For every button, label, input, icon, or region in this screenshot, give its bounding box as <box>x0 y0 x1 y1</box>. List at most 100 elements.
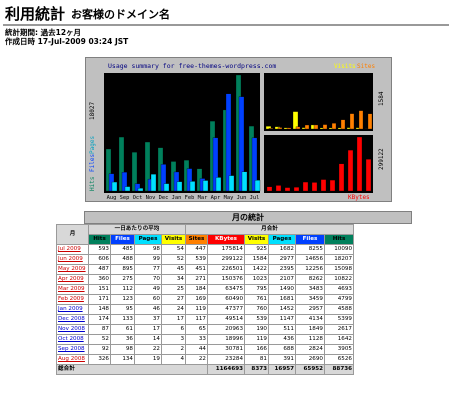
daily-pages: 14 <box>134 334 162 345</box>
monthly-kbytes: 20963 <box>207 324 245 335</box>
month-link[interactable]: Sep 2008 <box>58 346 85 352</box>
monthly-kbytes: 18996 <box>207 334 245 345</box>
table-row: Nov 2008 87 61 17 6 65 20963 190 511 1849 2617 <box>56 324 354 335</box>
monthly-visits: 81 <box>244 354 269 365</box>
month-link[interactable]: May 2009 <box>58 266 86 272</box>
kbytes-bar <box>365 159 372 192</box>
monthly-hits: 4799 <box>324 294 354 305</box>
monthly-pages: 391 <box>268 354 296 365</box>
col-monthly-pages: Pages <box>268 234 296 245</box>
month-link[interactable]: Mar 2009 <box>58 286 85 292</box>
month-link[interactable]: Jul 2009 <box>58 246 81 252</box>
monthly-visits: 119 <box>244 334 269 345</box>
monthly-pages: 2107 <box>268 274 296 285</box>
kbytes-bar <box>347 149 354 192</box>
month-cell: Apr 2009 <box>56 274 89 285</box>
monthly-files: 12256 <box>295 264 325 275</box>
monthly-hits: 5399 <box>324 314 354 325</box>
daily-visits: 34 <box>161 274 186 285</box>
monthly-files: 1849 <box>295 324 325 335</box>
page-header: 利用統計 お客様のドメイン名 <box>3 2 449 26</box>
daily-files: 36 <box>110 334 135 345</box>
month-cell: Nov 2008 <box>56 324 89 335</box>
table-row: Jan 2009 148 95 46 24 119 47377 760 1452 2957 4588 <box>56 304 354 315</box>
legend-pages: Pages <box>89 136 96 154</box>
daily-hits: 174 <box>88 314 111 325</box>
total-visits: 8373 <box>244 364 269 375</box>
daily-files: 134 <box>110 354 135 365</box>
table-row: Feb 2009 171 123 60 27 169 60490 761 1681 3459 479… <box>56 294 354 305</box>
monthly-visits: 1422 <box>244 264 269 275</box>
month-link[interactable]: Oct 2008 <box>58 336 84 342</box>
month-link[interactable]: Apr 2009 <box>58 276 84 282</box>
month-link[interactable]: Aug 2008 <box>58 356 85 362</box>
group-monthly-total: 月合計 <box>185 224 354 235</box>
daily-hits: 593 <box>88 244 111 255</box>
daily-pages: 77 <box>134 264 162 275</box>
monthly-files: 1128 <box>295 334 325 345</box>
month-link[interactable]: Jan 2009 <box>58 306 83 312</box>
pages-bar <box>254 180 261 192</box>
monthly-visits: 539 <box>244 314 269 325</box>
monthly-files: 8255 <box>295 244 325 255</box>
total-label: 総合計 <box>56 364 208 375</box>
kbytes-bar <box>275 185 282 192</box>
daily-files: 133 <box>110 314 135 325</box>
month-cell: Jul 2009 <box>56 244 89 255</box>
kbytes-bar <box>320 179 327 192</box>
monthly-kbytes: 299122 <box>207 254 245 265</box>
month-link[interactable]: Jun 2009 <box>58 256 83 262</box>
daily-hits: 487 <box>88 264 111 275</box>
monthly-pages: 1682 <box>268 244 296 255</box>
monthly-kbytes: 23284 <box>207 354 245 365</box>
daily-files: 61 <box>110 324 135 335</box>
daily-visits: 2 <box>161 344 186 355</box>
monthly-sites: 539 <box>185 254 208 265</box>
daily-hits: 151 <box>88 284 111 295</box>
total-row: 総合計 1164693 8373 16957 65952 88736 <box>56 364 354 375</box>
month-link[interactable]: Nov 2008 <box>58 326 85 332</box>
monthly-hits: 18207 <box>324 254 354 265</box>
daily-visits: 6 <box>161 324 186 335</box>
month-link[interactable]: Feb 2009 <box>58 296 84 302</box>
usage-chart-svg: Usage summary for free-themes-wordpress.… <box>89 62 385 201</box>
monthly-pages: 2977 <box>268 254 296 265</box>
table-row: May 2009 487 895 77 45 451 226501 1422 2395 12256… <box>56 264 354 275</box>
monthly-kbytes: 175814 <box>207 244 245 255</box>
month-tick-label: Oct <box>133 195 143 201</box>
daily-visits: 17 <box>161 314 186 325</box>
monthly-hits: 4588 <box>324 304 354 315</box>
col-month: 月 <box>56 224 89 245</box>
monthly-files: 14656 <box>295 254 325 265</box>
daily-hits: 606 <box>88 254 111 265</box>
daily-files: 895 <box>110 264 135 275</box>
month-tick-label: Feb <box>185 195 195 201</box>
monthly-hits: 6526 <box>324 354 354 365</box>
pages-bar <box>202 180 209 192</box>
pages-bar <box>124 186 131 192</box>
total-kbytes: 1164693 <box>207 364 245 375</box>
left-max-label: 18027 <box>89 102 96 120</box>
kbytes-bar <box>266 186 273 192</box>
daily-pages: 19 <box>134 354 162 365</box>
daily-hits: 92 <box>88 344 111 355</box>
monthly-sites: 451 <box>185 264 208 275</box>
month-link[interactable]: Dec 2008 <box>58 316 85 322</box>
chart-title: Usage summary for free-themes-wordpress.… <box>108 62 276 70</box>
visits-bar <box>292 111 299 130</box>
month-tick-label: Sep <box>120 195 130 201</box>
daily-visits: 4 <box>161 354 186 365</box>
daily-visits: 25 <box>161 284 186 295</box>
pages-bar <box>215 177 222 192</box>
monthly-files: 2824 <box>295 344 325 355</box>
monthly-sites: 117 <box>185 314 208 325</box>
daily-pages: 49 <box>134 284 162 295</box>
legend-sites: Sites <box>357 63 375 70</box>
month-cell: Aug 2008 <box>56 354 89 365</box>
kbytes-bar <box>284 187 291 192</box>
month-tick-label: Dec <box>159 195 169 201</box>
total-files: 65952 <box>295 364 325 375</box>
month-cell: Oct 2008 <box>56 334 89 345</box>
month-cell: Sep 2008 <box>56 344 89 355</box>
monthly-visits: 166 <box>244 344 269 355</box>
